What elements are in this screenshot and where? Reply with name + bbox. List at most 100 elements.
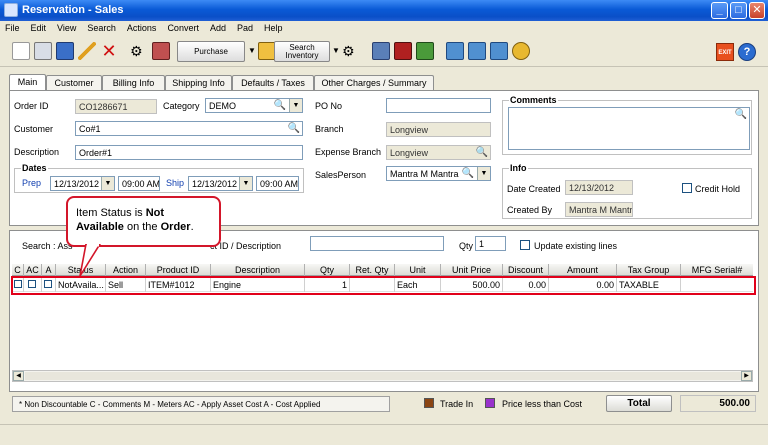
qty-input[interactable]: 1	[475, 236, 506, 251]
edit-icon[interactable]	[78, 42, 96, 60]
menu-actions[interactable]: Actions	[122, 21, 163, 33]
chevron-down-icon[interactable]: ▼	[289, 99, 302, 112]
description-label: Description	[14, 147, 60, 157]
new-icon[interactable]	[12, 42, 30, 60]
column-header-amount[interactable]: Amount	[549, 264, 617, 276]
salesperson-label: SalesPerson	[315, 170, 367, 180]
created-by-label: Created By	[507, 205, 553, 215]
po-label: PO No	[315, 101, 343, 111]
category-label: Category	[163, 101, 200, 111]
tab-other-charges-summary[interactable]: Other Charges / Summary	[314, 75, 434, 91]
reject-icon[interactable]	[468, 42, 486, 60]
date-created-label: Date Created	[507, 184, 561, 194]
menu-file[interactable]: File	[0, 21, 26, 33]
column-header-a[interactable]: A	[42, 264, 56, 276]
column-header-action[interactable]: Action	[106, 264, 146, 276]
menu-edit[interactable]: Edit	[26, 21, 53, 33]
column-header-unit-price[interactable]: Unit Price	[441, 264, 503, 276]
exit-button[interactable]: EXIT	[716, 43, 734, 61]
horizontal-scrollbar[interactable]: ◀ ▶	[12, 370, 753, 382]
po-input[interactable]	[386, 98, 491, 113]
print-icon[interactable]	[34, 42, 52, 60]
line-items-panel	[9, 230, 759, 392]
menu-convert[interactable]: Convert	[162, 21, 205, 33]
save-icon[interactable]	[56, 42, 74, 60]
gear-icon[interactable]: ⚙	[342, 42, 360, 60]
tab-main[interactable]: Main	[9, 74, 46, 91]
check-icon[interactable]	[446, 42, 464, 60]
prep-date-picker[interactable]: 12/13/2012 ▼	[50, 176, 115, 191]
customer-input[interactable]: Co#1 🔍	[75, 121, 303, 136]
update-existing-checkbox[interactable]	[520, 240, 530, 250]
search-icon[interactable]: 🔍	[462, 168, 474, 179]
column-header-qty[interactable]: Qty	[305, 264, 350, 276]
column-header-unit[interactable]: Unit	[395, 264, 441, 276]
tab-customer[interactable]: Customer	[46, 75, 102, 91]
chevron-down-icon[interactable]: ▼	[239, 177, 252, 190]
menu-search[interactable]: Search	[82, 21, 122, 33]
callout-pointer	[79, 244, 101, 277]
search-icon[interactable]: 🔍	[476, 147, 488, 158]
search-icon[interactable]: 🔍	[735, 109, 747, 120]
prep-time-input[interactable]: 09:00 AM	[118, 176, 160, 191]
date-created-field: 12/13/2012	[565, 180, 633, 195]
app-icon	[4, 3, 18, 17]
product-search-input[interactable]	[310, 236, 444, 251]
column-header-c[interactable]: C	[12, 264, 24, 276]
minimize-button[interactable]: _	[711, 2, 728, 19]
description-input[interactable]: Order#1	[75, 145, 303, 160]
salesperson-select[interactable]: Mantra M Mantra ▼ 🔍	[386, 166, 491, 181]
scroll-thumb[interactable]	[25, 372, 741, 380]
chevron-down-icon[interactable]: ▼	[101, 177, 114, 190]
tab-billing-info[interactable]: Billing Info	[102, 75, 165, 91]
chevron-down-icon[interactable]: ▼	[477, 167, 490, 180]
column-header-tax-group[interactable]: Tax Group	[617, 264, 681, 276]
vehicle-icon[interactable]	[394, 42, 412, 60]
comments-textarea[interactable]: 🔍	[508, 107, 750, 150]
close-button[interactable]: ✕	[749, 2, 765, 19]
scroll-left-icon[interactable]: ◀	[13, 371, 24, 381]
price-less-label: Price less than Cost	[502, 399, 583, 409]
approve-icon[interactable]	[490, 42, 508, 60]
title-bar: Reservation - Sales _ □ ✕	[0, 0, 768, 21]
menu-bar: File Edit View Search Actions Convert Add Pad He…	[0, 21, 768, 36]
menu-view[interactable]: View	[52, 21, 82, 33]
tab-defaults-taxes[interactable]: Defaults / Taxes	[232, 75, 314, 91]
total-value: 500.00	[680, 395, 756, 412]
price-less-swatch	[485, 398, 495, 408]
calculator-icon[interactable]	[152, 42, 170, 60]
column-header-discount[interactable]: Discount	[503, 264, 549, 276]
tab-shipping-info[interactable]: Shipping Info	[165, 75, 232, 91]
toolbar: ✕ ⚙ Purchase ▼ Search Inventory ▼ ⚙ EXIT …	[0, 37, 768, 67]
copy-icon[interactable]: ⚙	[130, 42, 148, 60]
ship-label: Ship	[166, 178, 185, 188]
branch-label: Branch	[315, 124, 344, 134]
help-button[interactable]: ?	[738, 43, 756, 61]
customer-label: Customer	[14, 124, 54, 134]
category-select[interactable]: DEMO ▼ 🔍	[205, 98, 303, 113]
search-icon[interactable]: 🔍	[288, 123, 300, 134]
update-existing-label: Update existing lines	[534, 241, 618, 251]
search-label-2: ct ID / Description	[210, 241, 282, 251]
menu-help[interactable]: Help	[259, 21, 289, 33]
credit-hold-checkbox[interactable]	[682, 183, 692, 193]
menu-pad[interactable]: Pad	[232, 21, 259, 33]
purchase-button[interactable]: Purchase	[177, 41, 245, 62]
ship-time-input[interactable]: 09:00 AM	[256, 176, 299, 191]
maximize-button[interactable]: □	[730, 2, 747, 19]
menu-add[interactable]: Add	[205, 21, 232, 33]
scroll-right-icon[interactable]: ▶	[741, 371, 752, 381]
created-by-field: Mantra M Mantra	[565, 202, 633, 217]
search-icon[interactable]: 🔍	[274, 100, 286, 111]
picture-icon[interactable]	[372, 42, 390, 60]
delete-icon[interactable]: ✕	[100, 42, 118, 60]
coins-icon[interactable]	[512, 42, 530, 60]
column-header-product-id[interactable]: Product ID	[146, 264, 211, 276]
ship-date-picker[interactable]: 12/13/2012 ▼	[188, 176, 253, 191]
column-header-description[interactable]: Description	[211, 264, 305, 276]
column-header-ac[interactable]: AC	[24, 264, 42, 276]
column-header-mfg-serial[interactable]: MFG Serial#	[681, 264, 753, 276]
edit-doc-icon[interactable]	[416, 42, 434, 60]
column-header-ret-qty[interactable]: Ret. Qty	[350, 264, 395, 276]
search-inventory-button[interactable]: Search Inventory	[274, 41, 330, 62]
